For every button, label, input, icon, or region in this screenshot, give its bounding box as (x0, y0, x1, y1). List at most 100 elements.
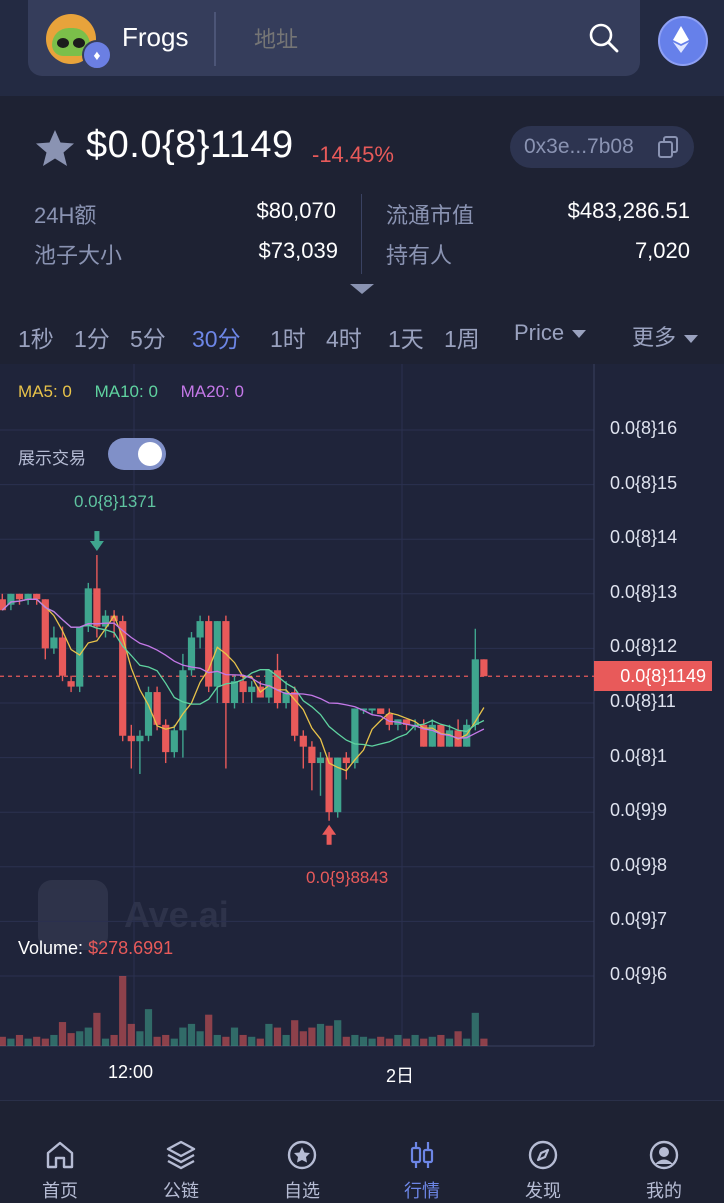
home-icon (46, 1141, 74, 1169)
timeframe-1w[interactable]: 1周 (444, 320, 480, 354)
candle (316, 757, 325, 764)
candle (291, 692, 299, 736)
candle (273, 670, 282, 703)
pool-size-value: $73,039 (258, 238, 338, 263)
volume-bar (437, 1034, 445, 1046)
stats-divider (361, 194, 362, 274)
ma10-line (1, 598, 485, 747)
ma-legend: MA5: 0 MA10: 0 MA20: 0 (18, 382, 262, 402)
volume-bar (420, 1038, 428, 1046)
high-arrow-icon (94, 531, 100, 543)
candle (205, 621, 213, 687)
holders-label: 持有人 (386, 243, 453, 268)
volume-bar (316, 1023, 325, 1046)
volume-bar (41, 1038, 49, 1046)
layers-icon (166, 1140, 196, 1170)
candle (58, 637, 67, 676)
volume-bar (394, 1034, 402, 1046)
volume-bar (58, 1022, 67, 1046)
address-search-input[interactable] (252, 22, 556, 58)
price-mode-label: Price (514, 320, 565, 345)
candle (50, 637, 58, 649)
candle (33, 593, 41, 600)
volume-bar (205, 1014, 213, 1046)
volume-24h-label: 24H额 (34, 203, 97, 228)
nav-market[interactable]: 行情 (382, 1139, 462, 1203)
volume-bar (179, 1027, 187, 1046)
volume-bar (187, 1023, 196, 1046)
candle (24, 593, 32, 600)
candle (170, 730, 178, 753)
nav-label: 行情 (404, 1181, 440, 1201)
candle (299, 735, 307, 747)
divider (214, 12, 216, 66)
volume-bar (230, 1027, 239, 1046)
volume-bar (153, 1036, 161, 1046)
volume-bar (0, 1036, 6, 1046)
candle (127, 735, 135, 742)
volume-bar (291, 1020, 299, 1046)
nav-profile[interactable]: 我的 (624, 1139, 704, 1203)
token-search-box[interactable]: ♦ Frogs (28, 0, 640, 76)
volume-bar (428, 1036, 436, 1046)
timeframe-30m[interactable]: 30分 (192, 320, 241, 354)
show-trades-toggle[interactable] (108, 438, 166, 470)
candle (136, 735, 144, 742)
candle (342, 757, 350, 764)
volume-bar (196, 1031, 204, 1046)
favorite-star-icon[interactable] (34, 128, 76, 168)
y-tick-label: 0.0{8}13 (610, 581, 678, 602)
price-mode-dropdown[interactable]: Price (514, 320, 587, 346)
volume-24h-value: $80,070 (256, 198, 336, 223)
timeframe-1s[interactable]: 1秒 (18, 320, 54, 354)
nav-home[interactable]: 首页 (20, 1139, 100, 1203)
candle (471, 659, 479, 725)
candle (239, 681, 247, 693)
nav-chains[interactable]: 公链 (141, 1139, 221, 1203)
timeframe-5m[interactable]: 5分 (130, 320, 166, 354)
search-icon[interactable] (588, 22, 620, 54)
token-name[interactable]: Frogs (122, 22, 188, 53)
top-bar: ♦ Frogs (0, 0, 724, 96)
y-tick-label: 0.0{8}12 (610, 636, 678, 657)
timeframe-1d[interactable]: 1天 (388, 320, 424, 354)
volume-bar (308, 1027, 316, 1046)
network-switch-button[interactable] (658, 16, 708, 66)
copy-icon[interactable] (658, 136, 678, 158)
volume-bar (101, 1038, 110, 1046)
expand-chevron-icon[interactable] (350, 284, 374, 294)
volume-bar (213, 1034, 221, 1046)
volume-bar (248, 1036, 256, 1046)
market-cap-label: 流通市值 (386, 203, 475, 228)
nav-label: 发现 (525, 1181, 561, 1201)
candle (0, 599, 6, 611)
compass-icon (528, 1140, 558, 1170)
holders-value: 7,020 (634, 238, 690, 263)
volume-bar (222, 1036, 230, 1046)
timeframe-1h[interactable]: 1时 (270, 320, 306, 354)
candle (187, 637, 196, 671)
nav-label: 首页 (42, 1181, 78, 1201)
volume-label-text: Volume: (18, 938, 84, 958)
timeframe-1m[interactable]: 1分 (74, 320, 110, 354)
volume-bar (24, 1038, 32, 1046)
candlestick-icon (410, 1142, 434, 1168)
candle (308, 746, 316, 764)
candle (196, 621, 204, 638)
bottom-nav: 首页 公链 自选 行情 发现 我的 (0, 1100, 724, 1201)
y-tick-label: 0.0{9}8 (610, 854, 668, 875)
volume-bar (127, 1023, 135, 1046)
volume-bar (463, 1038, 471, 1046)
caret-down-icon (684, 335, 699, 344)
nav-discover[interactable]: 发现 (503, 1139, 583, 1203)
price-chart[interactable]: Ave.ai MA5: 0 MA10: 0 MA20: 0 展示交易 0.0{8… (0, 364, 724, 1100)
price-panel: $0.0{8}1149 -14.45% 0x3e...7b08 24H额 $80… (0, 96, 724, 310)
volume-bar (76, 1031, 84, 1046)
timeframe-4h[interactable]: 4时 (326, 320, 362, 354)
volume-bar (162, 1034, 170, 1046)
nav-watchlist[interactable]: 自选 (262, 1139, 342, 1203)
ethereum-icon: ♦ (82, 40, 112, 70)
contract-address-chip[interactable]: 0x3e...7b08 (510, 126, 694, 168)
more-dropdown[interactable]: 更多 (632, 320, 699, 352)
current-price-tag: 0.0{8}1149 (594, 661, 712, 692)
